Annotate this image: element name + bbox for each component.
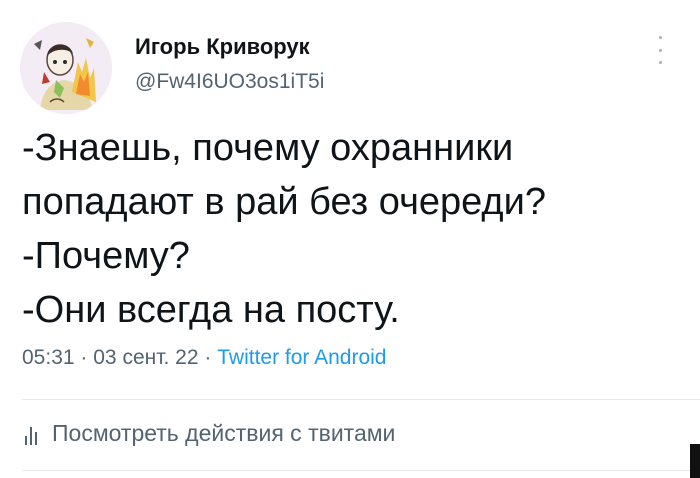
tweet: Игорь Криворук @Fw4I6UO3os1iT5i -Знаешь,… xyxy=(0,0,700,478)
meta-separator: · xyxy=(80,346,88,369)
avatar-drawing-icon xyxy=(20,22,112,114)
author-name[interactable]: Игорь Криворук xyxy=(135,34,310,60)
tweet-time[interactable]: 05:31 xyxy=(22,346,75,369)
tweet-date[interactable]: 03 сент. 22 xyxy=(93,346,198,369)
tweet-source-link[interactable]: Twitter for Android xyxy=(217,346,386,369)
tweet-line: попадают в рай без очереди? xyxy=(22,181,546,223)
more-dot xyxy=(658,48,662,52)
tweet-meta: 05:31 · 03 сент. 22 · Twitter for Androi… xyxy=(22,346,386,370)
view-tweet-activity-label: Посмотреть действия с твитами xyxy=(52,420,396,446)
tweet-line: -Почему? xyxy=(22,235,190,277)
more-options-icon[interactable] xyxy=(652,36,668,64)
tweet-line: -Они всегда на посту. xyxy=(22,289,400,331)
avatar[interactable] xyxy=(20,22,112,114)
bar-chart-icon xyxy=(25,426,37,445)
meta-separator: · xyxy=(204,346,212,369)
scrollbar-handle[interactable] xyxy=(690,444,700,478)
more-dot xyxy=(658,61,662,64)
more-dot xyxy=(658,36,662,39)
tweet-text: -Знаешь, почему охранники попадают в рай… xyxy=(22,121,682,337)
author-handle[interactable]: @Fw4I6UO3os1iT5i xyxy=(135,70,324,94)
divider xyxy=(22,399,700,400)
divider xyxy=(22,470,700,471)
view-tweet-activity-button[interactable]: Посмотреть действия с твитами xyxy=(24,420,395,447)
tweet-line: -Знаешь, почему охранники xyxy=(22,127,514,169)
